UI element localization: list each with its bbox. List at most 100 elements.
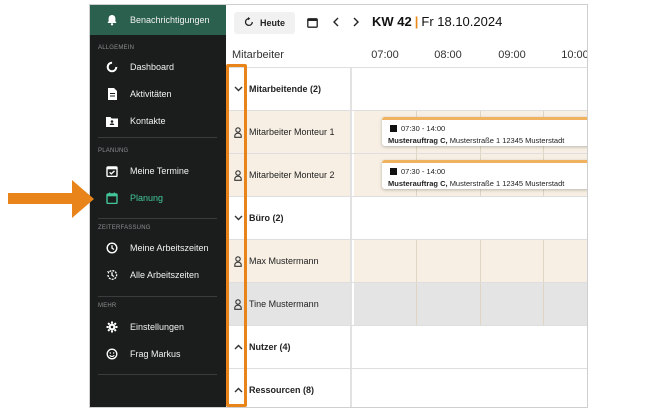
sidebar: Benachrichtigungen ALLGEMEIN Dashboard A…	[90, 5, 226, 407]
sidebar-item-all-working-hours[interactable]: Alle Arbeitszeiten	[90, 264, 226, 286]
row-label: Mitarbeiter Monteur 2	[249, 170, 335, 180]
appointment-title: Musterauftrag C,	[388, 136, 448, 145]
appointment-title: Musterauftrag C,	[388, 179, 448, 188]
row-label: Büro (2)	[249, 213, 284, 223]
calendar-check-icon	[105, 164, 119, 178]
appointment-card[interactable]: 07:30 - 14:00 Musterauftrag C, Musterstra…	[382, 160, 587, 189]
notifications-label: Benachrichtigungen	[130, 15, 210, 25]
timeline-cells[interactable]	[354, 197, 587, 239]
document-icon	[105, 87, 119, 101]
hour-gridline	[480, 283, 481, 325]
previous-week-icon[interactable]	[330, 16, 342, 28]
hour-gridline	[416, 240, 417, 282]
group-row[interactable]: Büro (2)	[226, 196, 587, 239]
appointment-time: 07:30 - 14:00	[401, 167, 446, 176]
current-date: Fr 18.10.2024	[421, 14, 503, 29]
sidebar-item-my-appointments[interactable]: Meine Termine	[90, 160, 226, 182]
today-label: Heute	[259, 18, 285, 28]
sidebar-item-my-working-hours[interactable]: Meine Arbeitszeiten	[90, 237, 226, 259]
sidebar-item-planning[interactable]: Planung	[90, 187, 226, 209]
sidebar-item-activities[interactable]: Aktivitäten	[90, 83, 226, 105]
sidebar-item-label: Meine Arbeitszeiten	[130, 243, 209, 253]
employee-row[interactable]: Tine Mustermann	[226, 282, 587, 325]
timeline-cells[interactable]	[354, 283, 587, 325]
timeline-cells[interactable]	[354, 326, 587, 368]
row-label: Ressourcen (8)	[249, 385, 315, 395]
refresh-icon	[244, 17, 254, 29]
notifications-bar[interactable]: Benachrichtigungen	[90, 5, 226, 35]
group-row[interactable]: Mitarbeitende (2)	[226, 67, 587, 110]
timeline-cells[interactable]	[354, 369, 587, 407]
app-window: Benachrichtigungen ALLGEMEIN Dashboard A…	[89, 4, 588, 408]
section-general: ALLGEMEIN	[98, 45, 135, 51]
sidebar-item-settings[interactable]: Einstellungen	[90, 316, 226, 338]
next-week-icon[interactable]	[350, 16, 362, 28]
section-planning: PLANUNG	[98, 148, 129, 154]
week-separator: |	[414, 14, 419, 29]
sidebar-item-label: Frag Markus	[130, 349, 181, 359]
row-label: Mitarbeiter Monteur 1	[249, 127, 335, 137]
timeline-cells[interactable]	[354, 68, 587, 110]
hour-gridline	[543, 283, 544, 325]
appointment-time: 07:30 - 14:00	[401, 124, 446, 133]
sidebar-item-dashboard[interactable]: Dashboard	[90, 56, 226, 78]
week-indicator: KW 42 | Fr 18.10.2024	[372, 14, 502, 29]
hour-gridline	[416, 283, 417, 325]
hour-gridline	[543, 240, 544, 282]
employee-row[interactable]: Max Mustermann	[226, 239, 587, 282]
appointment-time-row: 07:30 - 14:00	[390, 124, 445, 133]
appointment-details: Musterauftrag C, Musterstraße 1 12345 Mu…	[388, 136, 564, 145]
sidebar-item-label: Kontakte	[130, 116, 166, 126]
highlight-frame	[226, 64, 247, 407]
sidebar-divider	[98, 374, 217, 375]
hour-gridline	[480, 240, 481, 282]
sidebar-item-label: Alle Arbeitszeiten	[130, 270, 200, 280]
sidebar-divider	[98, 137, 217, 138]
sidebar-divider	[98, 218, 217, 219]
employee-column-title: Mitarbeiter	[232, 49, 284, 61]
group-row[interactable]: Nutzer (4)	[226, 325, 587, 368]
hour-label: 09:00	[498, 49, 526, 61]
calendar-icon	[105, 191, 119, 205]
group-row[interactable]: Ressourcen (8)	[226, 368, 587, 407]
hour-label: 07:00	[371, 49, 399, 61]
sidebar-item-label: Einstellungen	[130, 322, 185, 332]
timeline-cells[interactable]	[354, 240, 587, 282]
calendar-picker-icon[interactable]	[306, 16, 318, 28]
sidebar-item-contacts[interactable]: Kontakte	[90, 110, 226, 132]
history-clock-icon	[105, 268, 119, 282]
sidebar-item-label: Planung	[130, 193, 164, 203]
schedule-header: Mitarbeiter 07:00 08:00 09:00 10:00	[226, 41, 588, 67]
sidebar-item-label: Aktivitäten	[130, 89, 172, 99]
toolbar: Heute KW 42 | Fr 18.10.2024	[226, 5, 587, 41]
appointment-card[interactable]: 07:30 - 14:00 Musterauftrag C, Musterstra…	[382, 117, 587, 146]
appointment-details: Musterauftrag C, Musterstraße 1 12345 Mu…	[388, 179, 564, 188]
hour-label: 10:00	[561, 49, 588, 61]
section-more: MEHR	[98, 303, 117, 309]
row-label: Max Mustermann	[249, 256, 319, 266]
sidebar-item-label: Meine Termine	[130, 166, 189, 176]
section-time-tracking: ZEITERFASSUNG	[98, 225, 151, 231]
smiley-icon	[105, 347, 119, 361]
sidebar-item-label: Dashboard	[130, 62, 175, 72]
contacts-folder-icon	[105, 114, 119, 128]
bell-icon	[105, 13, 119, 27]
sidebar-item-ask-markus[interactable]: Frag Markus	[90, 343, 226, 365]
row-label: Mitarbeitende (2)	[249, 84, 322, 94]
sidebar-divider	[98, 296, 217, 297]
status-square-icon	[390, 168, 397, 175]
row-label: Tine Mustermann	[249, 299, 319, 309]
clock-icon	[105, 241, 119, 255]
today-button[interactable]: Heute	[234, 12, 295, 34]
week-number: KW 42	[372, 14, 412, 29]
gear-icon	[105, 320, 119, 334]
row-label: Nutzer (4)	[249, 342, 291, 352]
hour-label: 08:00	[434, 49, 462, 61]
planning-board: Heute KW 42 | Fr 18.10.2024 Mitarbeiter 07…	[226, 5, 588, 407]
pointer-arrow-head	[72, 180, 94, 218]
appointment-time-row: 07:30 - 14:00	[390, 167, 445, 176]
appointment-address: Musterstraße 1 12345 Musterstadt	[449, 179, 565, 188]
dashboard-icon	[105, 60, 119, 74]
appointment-address: Musterstraße 1 12345 Musterstadt	[449, 136, 565, 145]
pointer-arrow-shaft	[8, 193, 74, 204]
